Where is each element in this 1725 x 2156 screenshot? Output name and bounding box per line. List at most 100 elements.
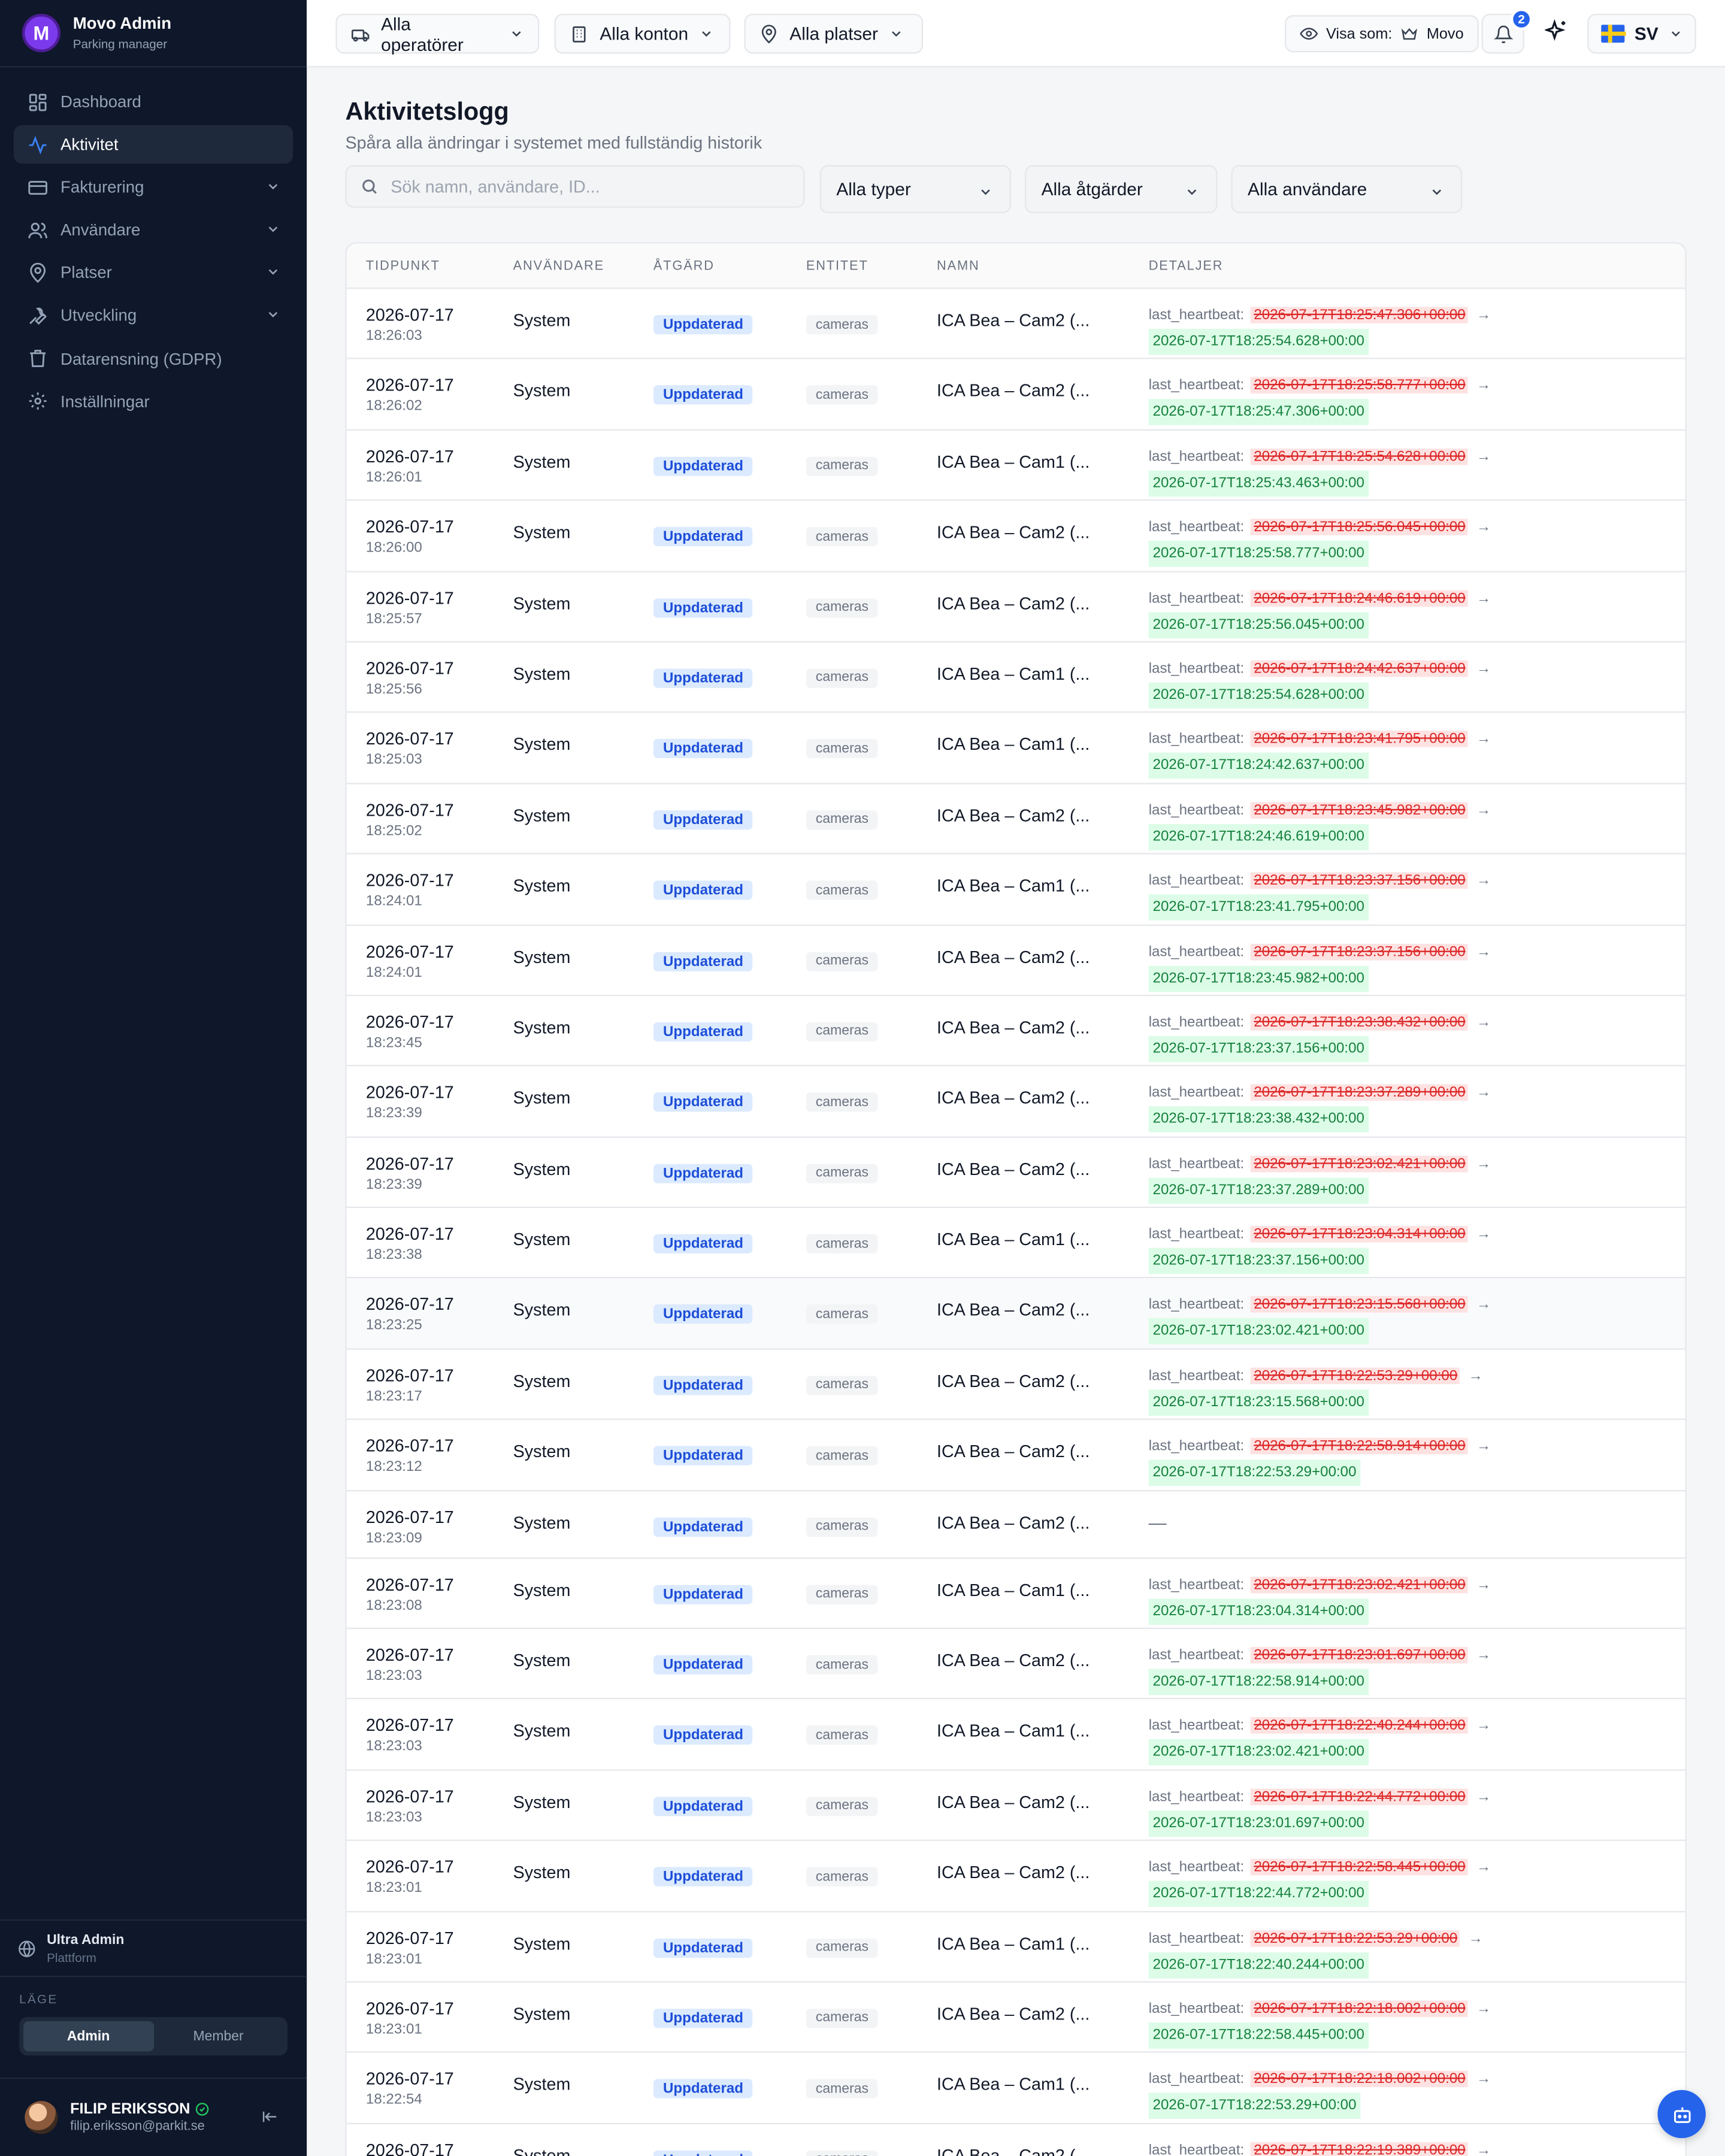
sidebar-item-gdpr[interactable]: Datarensning (GDPR) [14,339,293,377]
table-row[interactable]: 2026-07-17 18:23:25 System Uppdaterad camera… [346,1279,1685,1350]
arrow-right-icon: → [1476,1647,1491,1664]
table-row[interactable]: 2026-07-17 18:24:01 System Uppdaterad camera… [346,854,1685,926]
entity-badge: cameras [806,1584,879,1604]
sidebar-item-settings[interactable]: Inställningar [14,382,293,420]
sidebar-item-activity[interactable]: Aktivitet [13,125,293,164]
table-row[interactable]: 2026-07-17 18:23:03 System Uppdaterad camera… [346,1629,1685,1700]
accounts-dropdown[interactable]: Alla konton [554,13,731,54]
table-row[interactable]: 2026-07-17 18:26:03 System Uppdaterad camera… [346,289,1685,360]
table-row[interactable]: 2026-07-17 18:23:01 System Uppdaterad camera… [346,1841,1685,1912]
row-name: ICA Bea – Cam2 (... [937,1651,1090,1671]
sidebar-item-users[interactable]: Användare [14,211,293,249]
entity-badge: cameras [806,527,879,547]
table-row[interactable]: 2026-07-17 18:25:56 System Uppdaterad camera… [346,642,1685,713]
detail-key: last_heartbeat: [1148,519,1245,536]
collapse-sidebar-icon[interactable] [261,2108,279,2133]
accounts-label: Alla konton [600,23,689,44]
table-row[interactable]: 2026-07-17 18:23:39 System Uppdaterad camera… [346,1067,1685,1138]
search-icon [362,179,377,194]
table-row[interactable]: 2026-07-17 18:23:03 System Uppdaterad camera… [346,1770,1685,1842]
locations-dropdown[interactable]: Alla platser [744,13,924,54]
sidebar-item-locations[interactable]: Platser [14,254,293,292]
table-row[interactable]: 2026-07-17 18:25:03 System Uppdaterad camera… [346,713,1685,784]
entity-badge: cameras [806,1376,879,1395]
detail-key: last_heartbeat: [1148,872,1245,889]
entity-badge: cameras [806,1163,879,1183]
table-row[interactable]: 2026-07-17 18:25:57 System Uppdaterad camera… [346,571,1685,643]
row-date: 2026-07-17 [365,1224,454,1244]
arrow-right-icon: → [1476,307,1491,323]
language-selector[interactable]: SV [1587,13,1696,54]
sidebar-item-development[interactable]: Utveckling [14,296,293,335]
page-title: Aktivitetslogg [345,98,509,126]
row-details: last_heartbeat: 2026-07-17T18:22:18.002+0… [1148,2067,1491,2119]
bot-icon [1673,2106,1690,2122]
user-profile[interactable]: FILIP ERIKSSON filip.eriksson@parkit.se [0,2079,307,2156]
column-header-action[interactable]: ÅTGÄRD [653,259,715,274]
table-row[interactable]: 2026-07-17 18:23:17 System Uppdaterad camera… [346,1349,1685,1421]
row-details: last_heartbeat: 2026-07-17T18:23:41.795+0… [1148,727,1491,780]
row-details: last_heartbeat: 2026-07-17T18:23:38.432+0… [1148,1010,1491,1062]
sparkles-icon[interactable] [1544,19,1568,50]
brand[interactable]: M Movo Admin Parking manager [0,0,307,68]
arrow-right-icon: → [1476,2000,1491,2017]
column-header-name[interactable]: NAMN [937,259,980,274]
row-name: ICA Bea – Cam2 (... [937,1301,1090,1321]
table-row[interactable]: 2026-07-17 18:23:09 System Uppdaterad camera… [346,1491,1685,1559]
table-row[interactable]: 2026-07-17 18:23:01 System Uppdaterad camera… [346,1982,1685,2054]
table-row[interactable]: 2026-07-17 18:23:08 System Uppdaterad camera… [346,1558,1685,1630]
sidebar-item-billing[interactable]: Fakturering [14,168,293,207]
table-row[interactable]: 2026-07-17 18:26:01 System Uppdaterad camera… [346,430,1685,501]
table-row[interactable]: 2026-07-17 18:25:02 System Uppdaterad camera… [346,783,1685,855]
row-details: last_heartbeat: 2026-07-17T18:22:58.914+0… [1148,1434,1491,1486]
table-row[interactable]: 2026-07-17 18:23:12 System Uppdaterad camera… [346,1420,1685,1491]
table-row[interactable]: 2026-07-17 18:26:02 System Uppdaterad camera… [346,359,1685,431]
row-user: System [513,806,571,825]
table-row[interactable]: 2026-07-17 18:23:38 System Uppdaterad camera… [346,1208,1685,1279]
table-row[interactable]: 2026-07-17 18:23:03 System Uppdaterad camera… [346,1700,1685,1771]
search-input[interactable] [391,177,776,196]
row-user: System [513,2004,571,2024]
detail-old-value: 2026-07-17T18:22:53.29+00:00 [1251,1930,1460,1946]
user-filter-dropdown[interactable]: Alla användare [1231,165,1463,214]
entity-badge: cameras [806,1446,879,1466]
table-row[interactable]: 2026-07-17 18:26:00 System Uppdaterad camera… [346,501,1685,572]
action-badge: Uppdaterad [653,2079,753,2099]
detail-key: last_heartbeat: [1148,731,1245,748]
action-filter-dropdown[interactable]: Alla åtgärder [1025,165,1218,214]
arrow-right-icon: → [1476,2071,1491,2088]
mode-member-button[interactable]: Member [153,2021,283,2052]
detail-key: last_heartbeat: [1148,1367,1245,1384]
row-user: System [513,1792,571,1812]
sidebar-item-dashboard[interactable]: Dashboard [14,83,293,121]
table-row[interactable]: 2026-07-17 18:23:45 System Uppdaterad camera… [346,996,1685,1067]
platform-switcher[interactable]: Ultra Admin Plattform [0,1919,307,1978]
detail-key: last_heartbeat: [1148,1297,1245,1313]
mode-admin-button[interactable]: Admin [23,2021,154,2052]
row-date: 2026-07-17 [365,1365,454,1386]
detail-new-value: 2026-07-17T18:23:02.421+00:00 [1148,1318,1369,1345]
entity-badge: cameras [806,315,879,335]
table-row[interactable]: 2026-07-17 18:23:01 System Uppdaterad camera… [346,1912,1685,1983]
row-time: 18:23:01 [365,1879,422,1897]
table-row[interactable]: 2026-07-17 18:22:54 System Uppdaterad camera… [346,2053,1685,2124]
table-row[interactable]: 2026-07-17 18:23:39 System Uppdaterad camera… [346,1137,1685,1209]
operators-dropdown[interactable]: Alla operatörer [335,13,540,54]
arrow-right-icon: → [1476,872,1491,889]
column-header-details[interactable]: DETALJER [1149,259,1224,274]
type-filter-dropdown[interactable]: Alla typer [819,165,1012,214]
action-badge: Uppdaterad [653,1867,753,1887]
notifications-button[interactable]: 2 [1481,8,1533,54]
row-time: 18:23:39 [365,1105,422,1122]
globe-icon [19,1940,35,1957]
row-date: 2026-07-17 [365,800,454,820]
eye-icon [1300,28,1318,40]
assistant-button[interactable] [1657,2090,1706,2139]
view-as-button[interactable]: Visa som: Movo [1285,15,1479,53]
table-row[interactable]: 2026-07-17 18:24:01 System Uppdaterad camera… [346,925,1685,997]
column-header-entity[interactable]: ENTITET [806,259,868,274]
column-header-user[interactable]: ANVÄNDARE [513,259,604,274]
column-header-time[interactable]: TIDPUNKT [366,259,440,274]
row-date: 2026-07-17 [365,517,454,537]
table-row[interactable]: 2026-07-17 System Uppdaterad cameras ICA Bea… [346,2124,1685,2156]
